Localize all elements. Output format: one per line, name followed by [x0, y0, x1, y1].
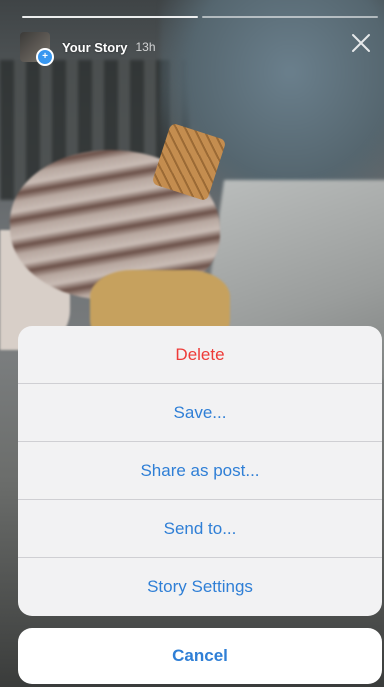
- story-settings-button[interactable]: Story Settings: [18, 558, 382, 616]
- share-as-post-button[interactable]: Share as post...: [18, 442, 382, 500]
- story-header: + Your Story 13h: [20, 30, 156, 66]
- story-progress-bar: [22, 16, 378, 19]
- cancel-button[interactable]: Cancel: [18, 628, 382, 684]
- action-sheet: Delete Save... Share as post... Send to.…: [18, 326, 382, 616]
- send-to-button[interactable]: Send to...: [18, 500, 382, 558]
- story-timestamp: 13h: [135, 40, 156, 54]
- close-icon[interactable]: [350, 32, 372, 54]
- save-button[interactable]: Save...: [18, 384, 382, 442]
- plus-icon: +: [36, 48, 54, 66]
- avatar[interactable]: +: [20, 32, 54, 66]
- story-progress-segment: [22, 16, 198, 18]
- delete-button[interactable]: Delete: [18, 326, 382, 384]
- story-owner-name[interactable]: Your Story: [62, 40, 128, 55]
- story-progress-segment: [202, 16, 378, 18]
